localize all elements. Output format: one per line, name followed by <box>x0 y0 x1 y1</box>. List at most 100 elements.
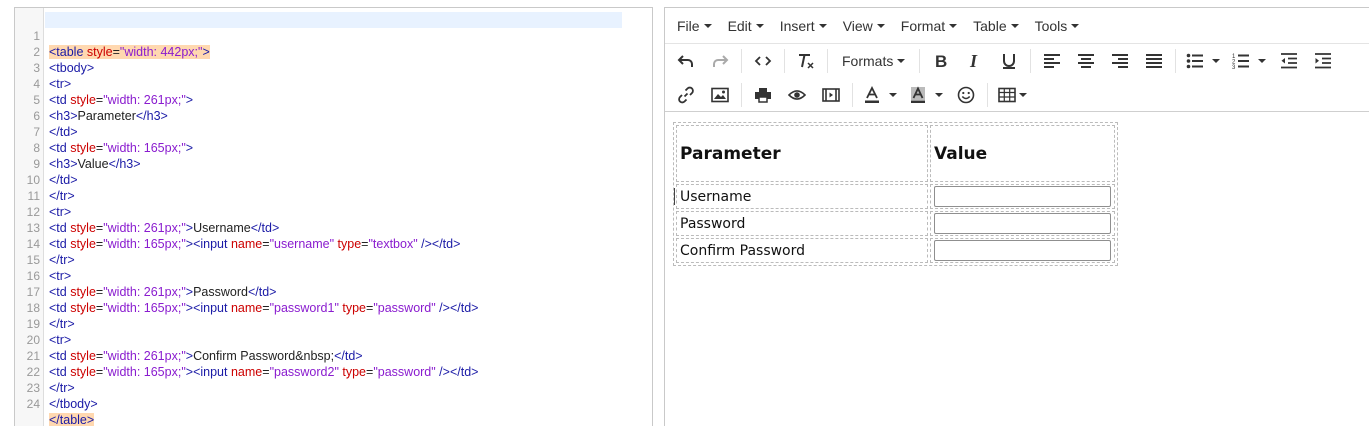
underline-icon <box>1003 54 1016 69</box>
underline-button[interactable] <box>994 47 1024 75</box>
svg-text:I: I <box>969 52 978 70</box>
editor-content-area[interactable]: Parameter Value Username Password Confir… <box>665 112 1369 426</box>
menu-view[interactable]: View <box>835 11 893 41</box>
menu-format[interactable]: Format <box>893 11 965 41</box>
code-line-11[interactable]: 11 <tr> <box>15 172 652 219</box>
parameter-table[interactable]: Parameter Value Username Password Confir… <box>673 122 1118 266</box>
print-button[interactable] <box>748 81 778 109</box>
toolbar-separator <box>987 82 988 107</box>
html-source-editor[interactable]: 1 <table style="width: 442px;"> 2 <tbody… <box>14 7 653 426</box>
align-center-icon <box>1078 54 1095 68</box>
source-code-icon <box>754 56 772 66</box>
username-input[interactable] <box>934 186 1111 207</box>
code-line-17[interactable]: 17 <td style="width: 165px;"><input name… <box>15 268 652 315</box>
redo-button[interactable] <box>705 47 735 75</box>
text-color-button[interactable] <box>859 81 901 109</box>
code-line-4[interactable]: 4 <td style="width: 261px;"> <box>15 60 652 107</box>
caret-down-icon <box>1010 23 1019 28</box>
code-line-21[interactable]: 21 <td style="width: 165px;"><input name… <box>15 332 652 379</box>
outdent-button[interactable] <box>1274 47 1304 75</box>
menu-insert[interactable]: Insert <box>772 11 835 41</box>
formats-dropdown[interactable]: Formats <box>834 47 913 75</box>
menubar: File Edit Insert View Format Table Tools <box>665 8 1369 44</box>
menu-file[interactable]: File <box>669 11 720 41</box>
caret-down-icon <box>876 23 885 28</box>
code-line-24[interactable]: 24 </table> <box>15 380 652 426</box>
code-lines: 1 <table style="width: 442px;"> 2 <tbody… <box>15 12 652 426</box>
menu-tools[interactable]: Tools <box>1027 11 1088 41</box>
code-line-1[interactable]: 1 <table style="width: 442px;"> <box>15 12 652 59</box>
code-line-5[interactable]: 5 <h3>Parameter</h3> <box>15 76 652 123</box>
italic-button[interactable]: I <box>960 47 990 75</box>
confirm-password-cell[interactable] <box>930 238 1115 263</box>
numbered-list-button[interactable]: 123 <box>1228 47 1270 75</box>
indent-button[interactable] <box>1308 47 1338 75</box>
justify-button[interactable] <box>1139 47 1169 75</box>
emoticons-icon <box>957 86 975 103</box>
media-button[interactable] <box>816 81 846 109</box>
header-cell-parameter[interactable]: Parameter <box>676 125 928 182</box>
preview-button[interactable] <box>782 81 812 109</box>
toolbar-separator <box>784 49 785 73</box>
align-left-icon <box>1044 54 1061 68</box>
justify-icon <box>1146 54 1163 68</box>
bold-icon: B <box>935 52 947 70</box>
caret-down-icon <box>818 23 827 28</box>
toolbar-separator <box>741 49 742 73</box>
toolbar-row-1: Formats B I 123 <box>665 44 1369 78</box>
link-button[interactable] <box>671 81 701 109</box>
bullet-list-icon <box>1187 53 1204 69</box>
background-color-button[interactable] <box>905 81 947 109</box>
toolbar-separator <box>852 82 853 107</box>
caret-down-icon <box>949 23 958 28</box>
table-icon <box>998 87 1016 102</box>
image-icon <box>711 87 729 102</box>
toolbar-separator <box>827 49 828 73</box>
align-left-button[interactable] <box>1037 47 1067 75</box>
caret-down-icon <box>897 59 906 63</box>
clear-format-icon <box>799 54 814 69</box>
code-line-16[interactable]: 16 <td style="width: 261px;">Password</t… <box>15 252 652 299</box>
italic-icon: I <box>969 52 978 70</box>
undo-button[interactable] <box>671 47 701 75</box>
confirm-password-input[interactable] <box>934 240 1111 261</box>
caret-down-icon <box>755 23 764 28</box>
header-value: Value <box>934 143 988 164</box>
redo-icon <box>713 55 729 67</box>
print-icon <box>755 87 771 103</box>
bold-button[interactable]: B <box>926 47 956 75</box>
clear-format-button[interactable] <box>791 47 821 75</box>
header-cell-value[interactable]: Value <box>930 125 1115 182</box>
media-icon <box>822 87 840 102</box>
table-button[interactable] <box>994 81 1031 109</box>
password-input[interactable] <box>934 213 1111 234</box>
menu-table[interactable]: Table <box>965 11 1026 41</box>
menu-edit[interactable]: Edit <box>720 11 772 41</box>
svg-text:3: 3 <box>1232 65 1236 70</box>
emoticons-button[interactable] <box>951 81 981 109</box>
align-center-button[interactable] <box>1071 47 1101 75</box>
preview-icon <box>788 89 806 100</box>
align-right-button[interactable] <box>1105 47 1135 75</box>
toolbar-row-2 <box>665 78 1369 112</box>
code-line-13[interactable]: 13 <td style="width: 165px;"><input name… <box>15 204 652 251</box>
caret-down-icon <box>889 92 897 97</box>
code-line-8[interactable]: 8 <h3>Value</h3> <box>15 124 652 171</box>
code-line-2[interactable]: 2 <tbody> <box>15 28 652 75</box>
bullet-list-button[interactable] <box>1182 47 1224 75</box>
link-icon <box>678 86 694 103</box>
toolbar-separator <box>919 49 921 73</box>
svg-text:B: B <box>935 52 947 70</box>
username-cell[interactable] <box>930 184 1115 209</box>
username-label: Username <box>676 184 928 209</box>
caret-down-icon <box>703 23 712 28</box>
source-code-button[interactable] <box>748 47 778 75</box>
code-line-12[interactable]: 12 <td style="width: 261px;">Username</t… <box>15 188 652 235</box>
password-cell[interactable] <box>930 211 1115 236</box>
image-button[interactable] <box>705 81 735 109</box>
undo-icon <box>677 55 693 67</box>
code-line-20[interactable]: 20 <td style="width: 261px;">Confirm Pas… <box>15 316 652 363</box>
password-label: Password <box>676 211 928 236</box>
toolbar-separator <box>1030 49 1032 73</box>
caret-down-icon <box>1258 59 1267 63</box>
